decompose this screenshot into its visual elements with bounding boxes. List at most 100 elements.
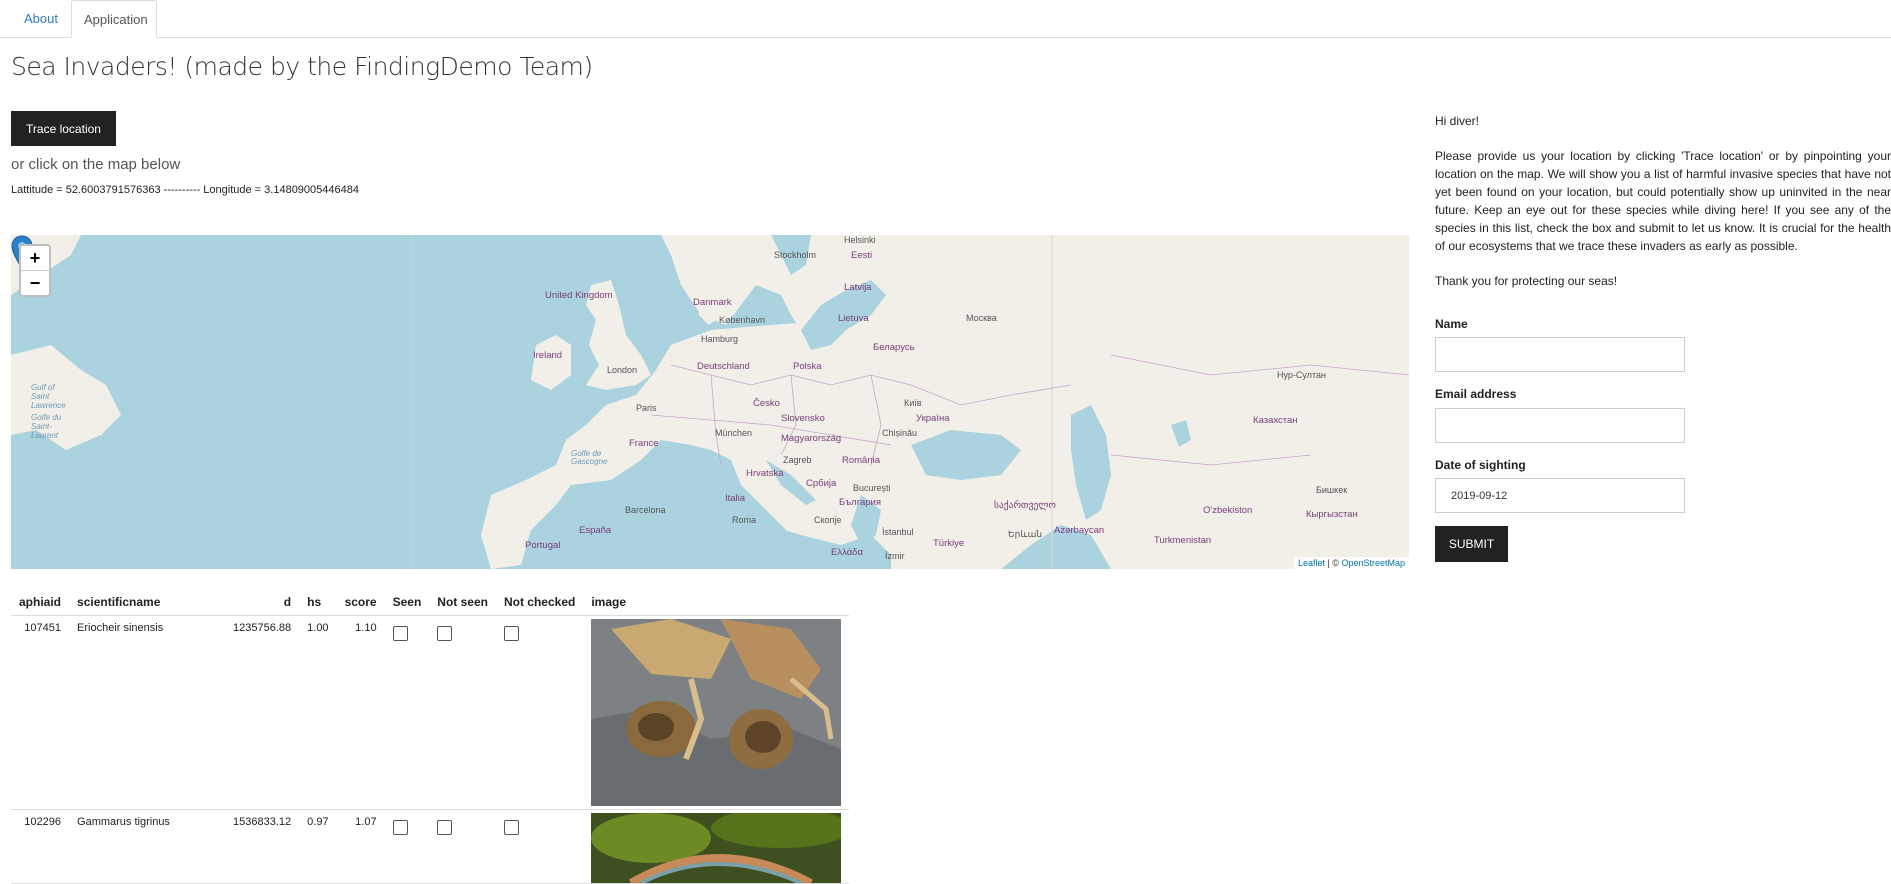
map-label: London — [607, 365, 638, 375]
map-attribution: Leaflet | © OpenStreetMap — [1293, 557, 1409, 569]
map-label: Slovensko — [781, 413, 825, 424]
col-d: d — [225, 589, 300, 616]
map-label: Скопје — [814, 515, 842, 525]
cell-aphiaid: 102296 — [11, 809, 70, 884]
map-label: İzmir — [885, 551, 905, 561]
map-label: Ελλάδα — [831, 547, 863, 558]
not-checked-checkbox[interactable] — [503, 820, 519, 835]
map[interactable]: Helsinki Stockholm Eesti Latvija Danmark… — [11, 235, 1409, 569]
name-input[interactable] — [1435, 337, 1685, 372]
map-tiles — [11, 235, 1409, 569]
map-label: Barcelona — [625, 505, 666, 515]
table-row: 102296 Gammarus tigrinus 1536833.12 0.97… — [11, 809, 850, 884]
map-label: Lietuva — [838, 313, 869, 324]
map-label: Česko — [753, 398, 780, 409]
not-checked-checkbox[interactable] — [503, 626, 519, 641]
map-label: Кыргызстан — [1306, 509, 1358, 520]
map-label: Երևան — [1008, 529, 1043, 539]
map-label: Київ — [904, 398, 922, 408]
map-label: Italia — [725, 493, 746, 504]
col-scientificname: scientificname — [69, 589, 226, 616]
map-label: Chișinău — [882, 428, 918, 438]
table-header-row: aphiaid scientificname d hs score Seen N… — [11, 589, 850, 616]
col-score: score — [336, 589, 385, 616]
instructions-text: Please provide us your location by click… — [1435, 149, 1891, 253]
seen-checkbox[interactable] — [392, 820, 408, 835]
tab-application[interactable]: Application — [71, 0, 157, 38]
map-label: Србија — [806, 478, 837, 489]
col-image: image — [583, 589, 850, 616]
greeting-text: Hi diver! — [1435, 114, 1480, 128]
map-label: Polska — [793, 361, 822, 372]
col-seen: Seen — [384, 589, 430, 616]
table-row: 107451 Eriocheir sinensis 1235756.88 1.0… — [11, 615, 850, 810]
col-aphiaid: aphiaid — [11, 589, 70, 616]
cell-score: 1.07 — [336, 809, 385, 884]
map-label: Turkmenistan — [1154, 535, 1212, 546]
cell-scientificname: Eriocheir sinensis — [69, 615, 226, 810]
email-input[interactable] — [1435, 408, 1685, 443]
map-label: Беларусь — [873, 342, 915, 353]
cell-not-seen — [429, 809, 496, 884]
map-label: İstanbul — [882, 527, 914, 537]
map-label: Golfe du Saint-Laurent — [31, 413, 62, 440]
map-label: Portugal — [525, 540, 561, 551]
map-label: Golfe de Gascogne — [571, 449, 608, 466]
map-label: Hrvatska — [746, 468, 784, 479]
zoom-out-button[interactable]: − — [21, 271, 49, 295]
cell-seen — [384, 615, 430, 810]
col-hs: hs — [299, 589, 337, 616]
map-label: France — [629, 438, 659, 449]
cell-d: 1536833.12 — [225, 809, 300, 884]
zoom-control: + − — [19, 244, 51, 297]
cell-d: 1235756.88 — [225, 615, 300, 810]
submit-button[interactable]: SUBMIT — [1435, 526, 1508, 562]
map-label: Paris — [636, 403, 657, 413]
map-label: Москва — [966, 313, 997, 323]
not-seen-checkbox[interactable] — [437, 626, 453, 641]
cell-not-seen — [429, 615, 496, 810]
map-label: Казахстан — [1253, 415, 1298, 426]
zoom-in-button[interactable]: + — [21, 246, 49, 271]
cell-scientificname: Gammarus tigrinus — [69, 809, 226, 884]
page-title: Sea Invaders! (made by the FindingDemo T… — [11, 52, 593, 81]
date-input[interactable] — [1435, 478, 1685, 513]
cell-not-checked — [495, 809, 584, 884]
cell-hs: 0.97 — [299, 809, 337, 884]
not-seen-checkbox[interactable] — [437, 820, 453, 835]
map-label: Latvija — [844, 282, 872, 293]
trace-location-button[interactable]: Trace location — [11, 111, 116, 146]
openstreetmap-link[interactable]: OpenStreetMap — [1341, 558, 1405, 568]
attribution-separator: | © — [1324, 558, 1342, 568]
map-label: Deutschland — [697, 361, 750, 372]
cell-aphiaid: 107451 — [11, 615, 70, 810]
map-label: Нур-Султан — [1277, 370, 1326, 380]
map-label: O'zbekiston — [1203, 505, 1253, 516]
species-table: aphiaid scientificname d hs score Seen N… — [11, 589, 850, 884]
date-label: Date of sighting — [1435, 458, 1526, 472]
map-label: Zagreb — [783, 455, 812, 465]
map-label: საქართველო — [994, 500, 1056, 511]
coordinates-readout: Lattitude = 52.6003791576363 ---------- … — [11, 184, 359, 196]
map-hint-text: or click on the map below — [11, 156, 181, 173]
cell-seen — [384, 809, 430, 884]
species-photo — [591, 619, 842, 806]
leaflet-link[interactable]: Leaflet — [1298, 558, 1325, 568]
cell-image — [583, 809, 850, 884]
col-not-checked: Not checked — [495, 589, 584, 616]
map-label: България — [839, 497, 881, 508]
map-label: Danmark — [693, 297, 732, 308]
map-label: København — [719, 315, 766, 325]
map-label: United Kingdom — [545, 290, 613, 301]
tab-about[interactable]: About — [12, 0, 70, 36]
info-panel: Hi diver! Please provide us your locatio… — [1435, 112, 1891, 307]
map-label: Eesti — [851, 250, 873, 261]
seen-checkbox[interactable] — [392, 626, 408, 641]
thanks-text: Thank you for protecting our seas! — [1435, 274, 1618, 288]
map-label: Бишкек — [1316, 485, 1348, 495]
map-label: Azərbaycan — [1054, 525, 1105, 536]
col-not-seen: Not seen — [429, 589, 496, 616]
map-label: Stockholm — [774, 250, 817, 260]
cell-not-checked — [495, 615, 584, 810]
map-label: Україна — [916, 413, 950, 424]
